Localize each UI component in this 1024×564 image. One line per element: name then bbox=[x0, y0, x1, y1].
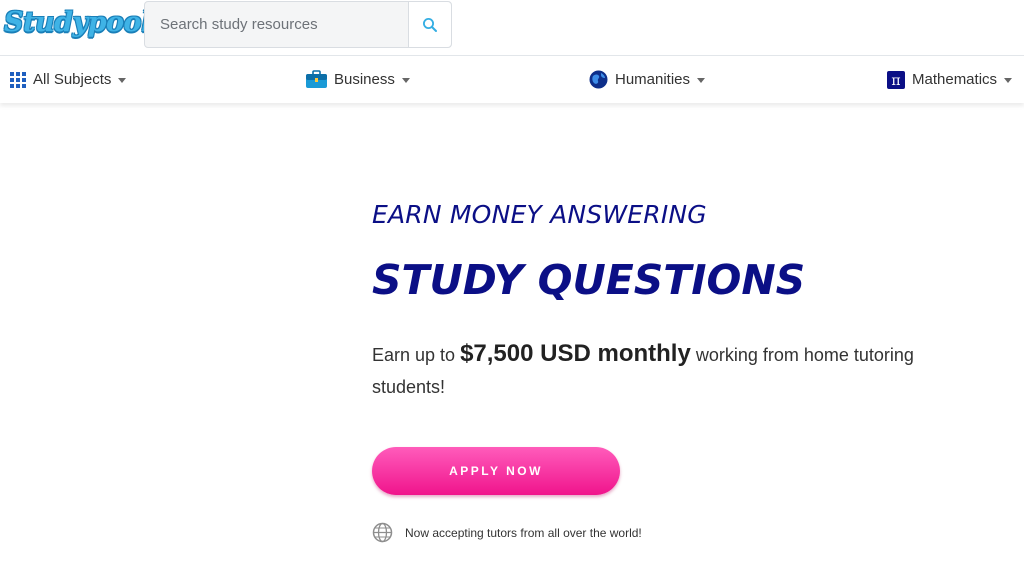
subject-label: All Subjects bbox=[33, 71, 112, 88]
subject-mathematics[interactable]: π Mathematics bbox=[887, 56, 1013, 103]
caret-down-icon bbox=[697, 77, 706, 83]
caret-down-icon bbox=[1004, 77, 1013, 83]
subject-all-subjects[interactable]: All Subjects bbox=[10, 56, 127, 103]
subject-label: Mathematics bbox=[912, 71, 998, 88]
studypool-logo[interactable]: Studypool bbox=[4, 6, 151, 40]
tutors-note: Now accepting tutors from all over the w… bbox=[372, 522, 642, 543]
magnifier-icon bbox=[423, 17, 437, 32]
globe-outline-icon bbox=[372, 522, 393, 543]
subject-label: Business bbox=[334, 71, 395, 88]
hero-heading-line2: STUDY QUESTIONS bbox=[372, 256, 806, 304]
caret-down-icon bbox=[118, 77, 127, 83]
subject-label: Humanities bbox=[615, 71, 691, 88]
pi-icon: π bbox=[887, 70, 905, 89]
search-box bbox=[144, 1, 452, 48]
apply-now-button[interactable]: APPLY NOW bbox=[372, 447, 620, 495]
top-bar: Studypool bbox=[0, 0, 1024, 56]
svg-text:π: π bbox=[891, 73, 900, 89]
grid-icon bbox=[10, 71, 26, 88]
globe-icon bbox=[589, 70, 608, 89]
subject-business[interactable]: Business bbox=[306, 56, 410, 103]
hero-subtext: Earn up to $7,500 USD monthly working fr… bbox=[372, 338, 972, 403]
caret-down-icon bbox=[401, 77, 410, 83]
subject-nav: All Subjects Business Humanities π Mathe… bbox=[0, 56, 1024, 103]
search-input[interactable] bbox=[145, 2, 408, 47]
tutors-note-text: Now accepting tutors from all over the w… bbox=[405, 525, 642, 540]
subject-humanities[interactable]: Humanities bbox=[589, 56, 706, 103]
earnings-highlight: $7,500 USD monthly bbox=[460, 340, 691, 367]
search-button[interactable] bbox=[408, 2, 451, 47]
hero-subtext-prefix: Earn up to bbox=[372, 345, 461, 365]
hero-heading-line1: EARN MONEY ANSWERING bbox=[372, 200, 707, 229]
briefcase-icon bbox=[306, 70, 327, 88]
